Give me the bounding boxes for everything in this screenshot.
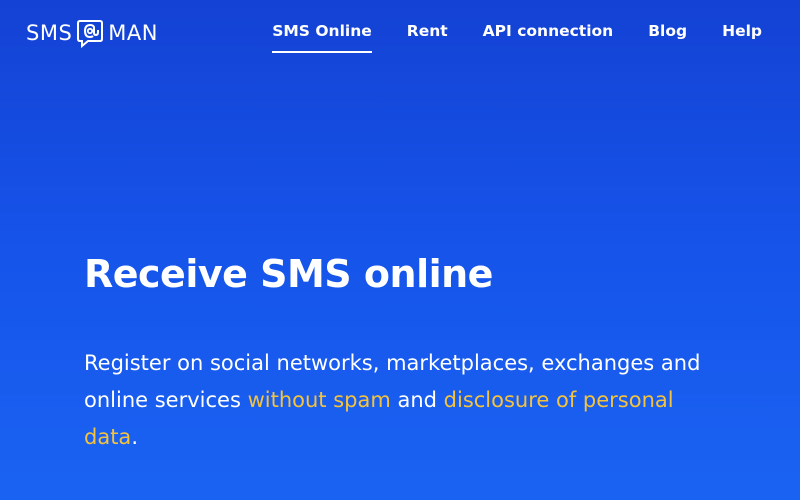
hero-highlight-without-spam: without spam [247, 388, 391, 412]
sms-man-logo[interactable]: SMS MAN [26, 18, 158, 48]
logo-text-sms: SMS [26, 21, 73, 45]
hero-text-part3: . [131, 425, 138, 449]
hero-title: Receive SMS online [84, 252, 493, 296]
site-header: SMS MAN SMS Online Rent API connection B… [0, 0, 800, 70]
nav-item-blog[interactable]: Blog [648, 22, 687, 53]
speech-bubble-at-icon [76, 18, 104, 48]
nav-item-sms-online[interactable]: SMS Online [272, 22, 372, 53]
logo-text-man: MAN [108, 21, 158, 45]
nav-item-help[interactable]: Help [722, 22, 762, 53]
main-nav: SMS Online Rent API connection Blog Help [237, 22, 762, 53]
hero-description: Register on social networks, marketplace… [84, 345, 724, 456]
hero-text-part2: and [390, 388, 444, 412]
nav-item-rent[interactable]: Rent [407, 22, 448, 53]
nav-item-api-connection[interactable]: API connection [483, 22, 614, 53]
